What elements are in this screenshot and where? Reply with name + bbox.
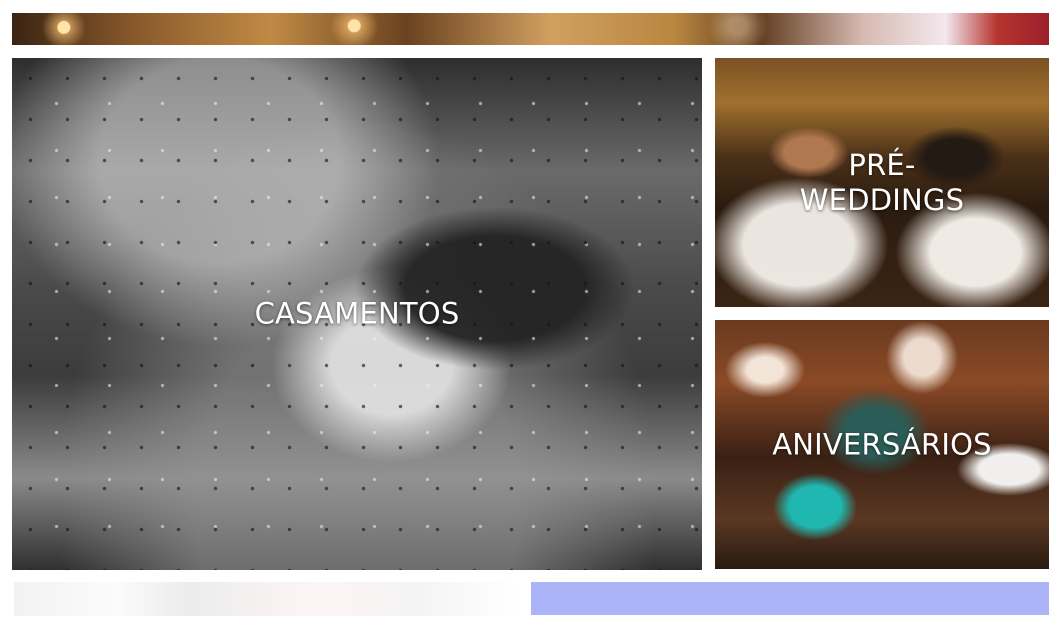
top-banner-image[interactable]: [12, 13, 1049, 45]
chandelier-venue-photo: [12, 13, 1049, 45]
tile-aniversarios-label: ANIVERSÁRIOS: [772, 427, 992, 461]
bottom-left-image[interactable]: [14, 582, 518, 616]
tile-casamentos-label: CASAMENTOS: [254, 296, 460, 331]
tile-pre-weddings-label: PRÉ- WEDDINGS: [799, 147, 965, 217]
bottom-right-panel[interactable]: [531, 582, 1049, 615]
light-photo: [14, 582, 518, 616]
tile-casamentos[interactable]: CASAMENTOS: [12, 58, 702, 570]
tile-aniversarios[interactable]: ANIVERSÁRIOS: [715, 320, 1049, 569]
accent-panel: [531, 582, 1049, 615]
tile-pre-weddings[interactable]: PRÉ- WEDDINGS: [715, 58, 1049, 307]
